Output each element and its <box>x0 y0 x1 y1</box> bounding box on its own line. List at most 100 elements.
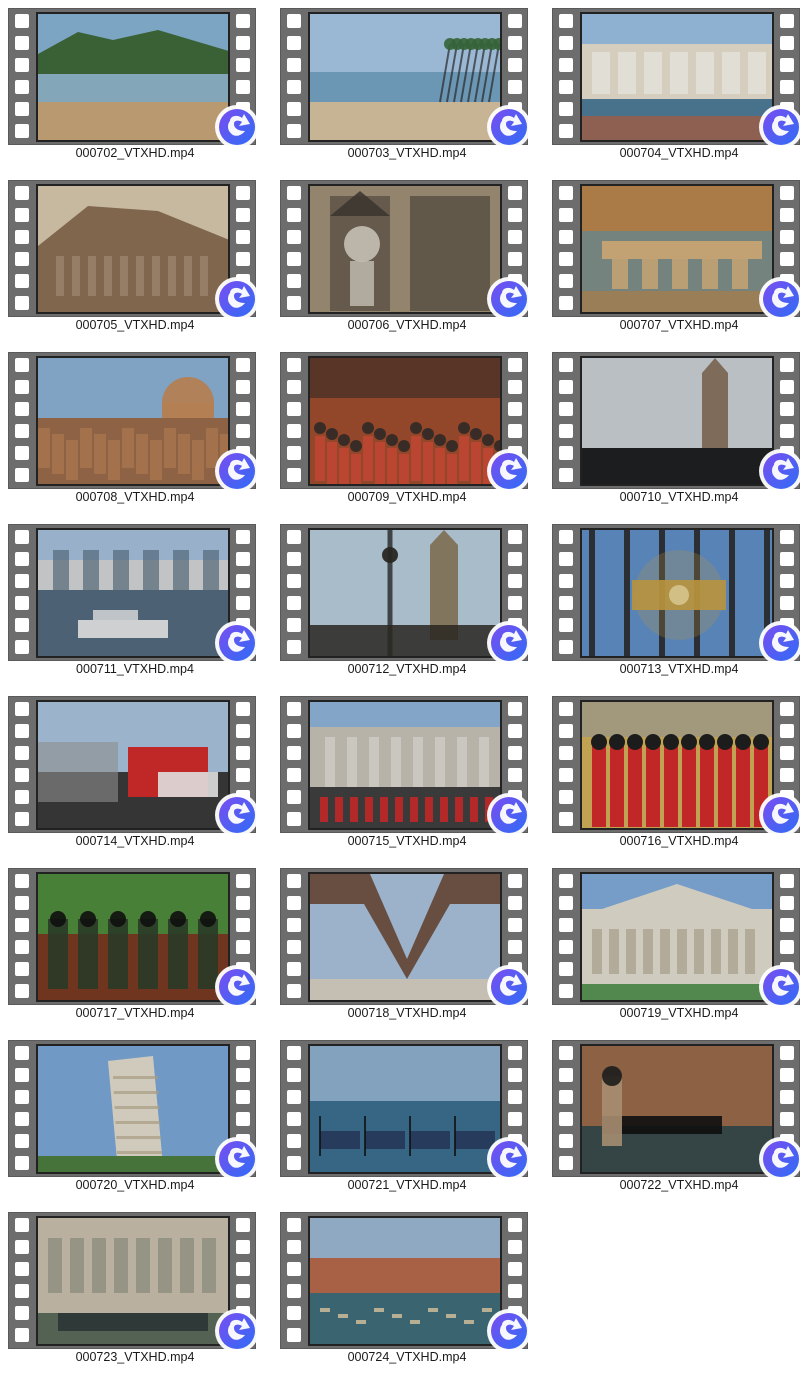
film-perforation <box>236 186 250 200</box>
file-name-label: 000706_VTXHD.mp4 <box>347 318 467 332</box>
film-perforation <box>559 402 573 416</box>
film-perforation <box>508 58 522 72</box>
video-thumbnail[interactable] <box>552 352 803 493</box>
film-perforation <box>287 552 301 566</box>
video-thumbnail[interactable] <box>280 868 531 1009</box>
share-arrow-icon <box>759 449 803 493</box>
film-perforation <box>508 380 522 394</box>
file-tile[interactable]: 000717_VTXHD.mp4 <box>0 860 259 1022</box>
file-tile[interactable]: 000704_VTXHD.mp4 <box>544 0 803 162</box>
video-thumbnail[interactable] <box>8 352 259 493</box>
file-tile[interactable]: 000705_VTXHD.mp4 <box>0 172 259 334</box>
video-thumbnail[interactable] <box>8 8 259 149</box>
film-perforation <box>780 208 794 222</box>
video-thumbnail[interactable] <box>552 696 803 837</box>
file-tile[interactable]: 000720_VTXHD.mp4 <box>0 1032 259 1194</box>
film-perforation <box>15 618 29 632</box>
file-name-label: 000720_VTXHD.mp4 <box>75 1178 195 1192</box>
file-tile[interactable]: 000707_VTXHD.mp4 <box>544 172 803 334</box>
file-tile[interactable]: 000709_VTXHD.mp4 <box>272 344 531 506</box>
share-badge <box>756 446 806 496</box>
film-perforation <box>780 896 794 910</box>
file-tile[interactable]: 000716_VTXHD.mp4 <box>544 688 803 850</box>
film-perforation <box>780 768 794 782</box>
file-tile[interactable]: 000706_VTXHD.mp4 <box>272 172 531 334</box>
file-tile[interactable]: 000719_VTXHD.mp4 <box>544 860 803 1022</box>
film-perforation <box>559 186 573 200</box>
film-perforation <box>287 640 301 654</box>
share-badge <box>756 1134 806 1184</box>
video-thumbnail[interactable] <box>552 868 803 1009</box>
film-perforation <box>236 530 250 544</box>
video-thumbnail[interactable] <box>280 524 531 665</box>
video-thumbnail-image <box>38 1046 228 1172</box>
file-tile[interactable]: 000711_VTXHD.mp4 <box>0 516 259 678</box>
video-thumbnail[interactable] <box>280 352 531 493</box>
film-perforation <box>559 618 573 632</box>
video-thumbnail[interactable] <box>8 524 259 665</box>
film-perforation <box>15 874 29 888</box>
file-tile[interactable]: 000724_VTXHD.mp4 <box>272 1204 531 1366</box>
film-perforation <box>508 896 522 910</box>
film-perforation <box>236 874 250 888</box>
file-tile[interactable]: 000702_VTXHD.mp4 <box>0 0 259 162</box>
file-name-label: 000721_VTXHD.mp4 <box>347 1178 467 1192</box>
video-thumbnail[interactable] <box>280 696 531 837</box>
file-tile[interactable]: 000715_VTXHD.mp4 <box>272 688 531 850</box>
video-thumbnail[interactable] <box>8 180 259 321</box>
video-thumbnail[interactable] <box>280 8 531 149</box>
video-thumbnail[interactable] <box>552 180 803 321</box>
video-thumbnail[interactable] <box>8 1040 259 1181</box>
share-arrow-icon <box>215 621 259 665</box>
share-badge <box>484 962 534 1012</box>
film-perforation <box>780 596 794 610</box>
video-thumbnail-image <box>38 1218 228 1344</box>
video-thumbnail[interactable] <box>280 1040 531 1181</box>
thumbnail-viewport <box>36 872 230 1002</box>
file-tile[interactable]: 000714_VTXHD.mp4 <box>0 688 259 850</box>
film-perforation <box>559 14 573 28</box>
share-badge <box>484 274 534 324</box>
film-perforation <box>508 252 522 266</box>
film-perforation <box>780 530 794 544</box>
film-perforation <box>287 80 301 94</box>
file-tile[interactable]: 000713_VTXHD.mp4 <box>544 516 803 678</box>
film-perforation <box>559 640 573 654</box>
video-thumbnail[interactable] <box>8 1212 259 1353</box>
film-perforation <box>780 918 794 932</box>
film-perforation <box>559 812 573 826</box>
video-thumbnail-image <box>582 530 772 656</box>
film-perforation <box>508 36 522 50</box>
film-perforation <box>15 1328 29 1342</box>
video-thumbnail[interactable] <box>280 180 531 321</box>
video-thumbnail[interactable] <box>280 1212 531 1353</box>
thumbnail-viewport <box>36 356 230 486</box>
film-perforation <box>780 1068 794 1082</box>
thumbnail-viewport <box>580 700 774 830</box>
film-perforation <box>780 1112 794 1126</box>
share-badge <box>484 618 534 668</box>
file-tile[interactable]: 000718_VTXHD.mp4 <box>272 860 531 1022</box>
film-perforation <box>508 14 522 28</box>
file-tile[interactable]: 000708_VTXHD.mp4 <box>0 344 259 506</box>
film-perforation <box>559 208 573 222</box>
file-name-label: 000707_VTXHD.mp4 <box>619 318 739 332</box>
file-tile[interactable]: 000703_VTXHD.mp4 <box>272 0 531 162</box>
video-thumbnail[interactable] <box>552 8 803 149</box>
film-perforation <box>559 102 573 116</box>
file-tile[interactable]: 000721_VTXHD.mp4 <box>272 1032 531 1194</box>
share-badge <box>756 274 806 324</box>
video-thumbnail[interactable] <box>552 524 803 665</box>
video-thumbnail[interactable] <box>552 1040 803 1181</box>
file-tile[interactable]: 000723_VTXHD.mp4 <box>0 1204 259 1366</box>
film-perforation <box>287 1068 301 1082</box>
file-tile[interactable]: 000712_VTXHD.mp4 <box>272 516 531 678</box>
film-perforation <box>559 530 573 544</box>
file-tile[interactable]: 000710_VTXHD.mp4 <box>544 344 803 506</box>
film-perforation <box>559 274 573 288</box>
video-thumbnail[interactable] <box>8 868 259 1009</box>
share-badge <box>756 790 806 840</box>
film-perforation <box>559 296 573 310</box>
video-thumbnail[interactable] <box>8 696 259 837</box>
file-tile[interactable]: 000722_VTXHD.mp4 <box>544 1032 803 1194</box>
